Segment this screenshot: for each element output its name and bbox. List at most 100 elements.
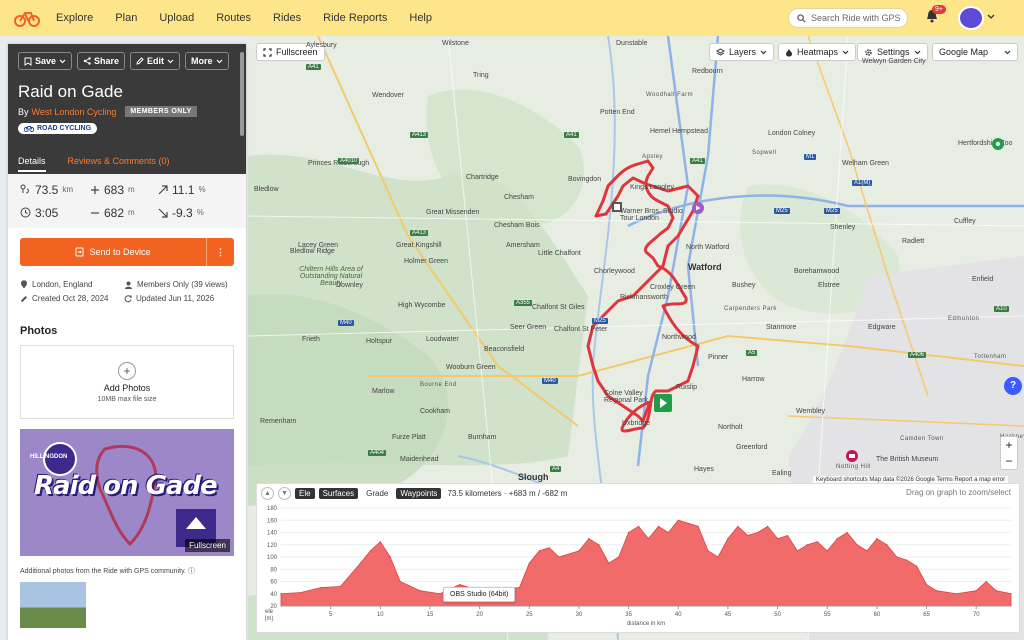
map-label: Borehamwood: [794, 268, 840, 275]
search-input[interactable]: Search Ride with GPS: [788, 8, 908, 28]
elevation-point: [379, 541, 381, 543]
map-label: Elstree: [818, 282, 840, 289]
map-type-select[interactable]: Google Map: [932, 43, 1018, 61]
panel-scrollbar[interactable]: [240, 52, 244, 136]
map-label: Holtspur: [366, 338, 393, 345]
avatar[interactable]: [958, 6, 984, 30]
nav-ride-reports[interactable]: Ride Reports: [323, 12, 387, 24]
plus-icon: +: [118, 361, 136, 380]
community-photo-thumbnail[interactable]: [20, 582, 86, 628]
elevation-point: [906, 559, 908, 561]
map-label: Carpenders Park: [724, 306, 777, 312]
elevation-point: [399, 580, 401, 583]
nav-plan[interactable]: Plan: [115, 12, 137, 24]
elevation-point: [896, 556, 898, 558]
map-label: Aylesbury: [306, 42, 337, 49]
heatmaps-button[interactable]: Heatmaps: [778, 43, 857, 61]
elevation-point: [856, 544, 858, 546]
map-label: Wooburn Green: [446, 364, 496, 371]
notification-badge: 9+: [932, 5, 946, 14]
nav-upload[interactable]: Upload: [159, 12, 194, 24]
send-to-device-main[interactable]: Send to Device: [20, 247, 206, 257]
rwgps-logo-icon[interactable]: [12, 6, 42, 30]
more-button[interactable]: More: [185, 52, 229, 70]
nav-rides[interactable]: Rides: [273, 12, 301, 24]
tab-surfaces[interactable]: Surfaces: [318, 487, 359, 499]
chevron-up-icon[interactable]: ▲: [261, 486, 274, 500]
cover-fullscreen-button[interactable]: Fullscreen: [185, 539, 230, 552]
x-tick-label: 60: [874, 612, 881, 618]
x-tick-label: 35: [625, 612, 632, 618]
zoom-in-button[interactable]: +: [1001, 437, 1017, 453]
map-label: Holmer Green: [404, 258, 448, 265]
chevron-down-icon[interactable]: [987, 14, 995, 20]
road-shield: M40: [338, 320, 354, 326]
layers-button[interactable]: Layers: [709, 43, 775, 61]
edit-button[interactable]: Edit: [130, 52, 181, 70]
map-label: Bourne End: [420, 382, 457, 388]
map-label: Wembley: [796, 408, 826, 415]
clock-icon: [20, 207, 31, 218]
map-label: Greenford: [736, 444, 768, 451]
bike-icon: [24, 126, 34, 132]
map-label: North Watford: [686, 244, 730, 251]
poi-museum-icon[interactable]: [846, 450, 858, 462]
y-tick-label: 160: [267, 518, 278, 524]
road-shield: A41: [564, 132, 579, 138]
y-tick-label: 60: [270, 580, 277, 586]
send-to-device-button[interactable]: Send to Device ⋮: [20, 238, 234, 266]
nav-help[interactable]: Help: [409, 12, 432, 24]
cover-fullscreen-label: Fullscreen: [189, 541, 226, 550]
nav-explore[interactable]: Explore: [56, 12, 93, 24]
bookmark-icon: [24, 57, 32, 66]
chevron-down-icon[interactable]: ▼: [278, 486, 291, 500]
y-axis-label: ele: [265, 609, 274, 615]
start-marker-icon[interactable]: [654, 394, 672, 414]
tab-details[interactable]: Details: [18, 156, 46, 172]
distance-unit: km: [62, 185, 74, 194]
x-tick-label: 65: [923, 612, 930, 618]
map-label: Wendover: [372, 92, 404, 99]
cover-badge: HILLINGDON: [30, 454, 68, 460]
road-shield: A41: [306, 64, 321, 70]
add-photos-button[interactable]: + Add Photos 10MB max file size: [20, 345, 234, 419]
map-label: Camden Town: [900, 436, 944, 442]
stat-time: 3:05: [20, 203, 90, 222]
elevation-point: [806, 544, 808, 546]
help-icon[interactable]: ?: [1004, 377, 1022, 395]
grade-up-value: 11.1: [172, 182, 195, 197]
map-label: Chalfont St Peter: [554, 326, 608, 333]
elevation-chart[interactable]: 204060801001201401601805 10 15 20 25 30 35 40 45…: [257, 502, 1019, 632]
info-icon[interactable]: ⓘ: [188, 568, 195, 575]
map-label: Radlett: [902, 238, 925, 245]
tab-ele[interactable]: Ele: [295, 487, 315, 499]
elevation-hint: Drag on graph to zoom/select: [906, 488, 1011, 497]
time-value: 3:05: [35, 205, 59, 220]
main-nav: Explore Plan Upload Routes Rides Ride Re…: [56, 12, 432, 24]
waypoint-marker-icon[interactable]: [612, 202, 622, 212]
author-link[interactable]: West London Cycling: [32, 107, 117, 117]
poi-zoo-icon[interactable]: [992, 138, 1004, 150]
map-label: Bovingdon: [568, 176, 602, 183]
road-shield: M1: [804, 154, 817, 160]
elevation-point: [935, 590, 938, 592]
top-navigation-bar: Explore Plan Upload Routes Rides Ride Re…: [0, 0, 1024, 36]
send-to-device-label: Send to Device: [89, 247, 151, 257]
share-icon: [83, 57, 91, 65]
share-button[interactable]: Share: [77, 52, 126, 70]
nav-routes[interactable]: Routes: [216, 12, 251, 24]
tab-reviews[interactable]: Reviews & Comments (0): [68, 156, 170, 172]
tab-grade[interactable]: Grade: [362, 487, 393, 499]
map-label: Burnham: [468, 434, 497, 441]
save-button[interactable]: Save: [18, 52, 73, 70]
poi-studio-icon[interactable]: [692, 202, 704, 214]
zoom-out-button[interactable]: −: [1001, 453, 1017, 469]
cover-photo[interactable]: HILLINGDON Raid on Gade Fullscreen: [20, 429, 234, 556]
ride-stats: 73.5 km 683 m 11.1% 3:05 682 m -9.3%: [8, 174, 246, 228]
grade-down-unit: %: [196, 208, 204, 217]
elevation-point: [359, 562, 362, 564]
map-label: Lacey Green: [298, 242, 339, 249]
tab-waypoints[interactable]: Waypoints: [396, 487, 442, 499]
send-options-icon[interactable]: ⋮: [206, 238, 234, 266]
map-label: Little Chalfont: [538, 250, 581, 257]
